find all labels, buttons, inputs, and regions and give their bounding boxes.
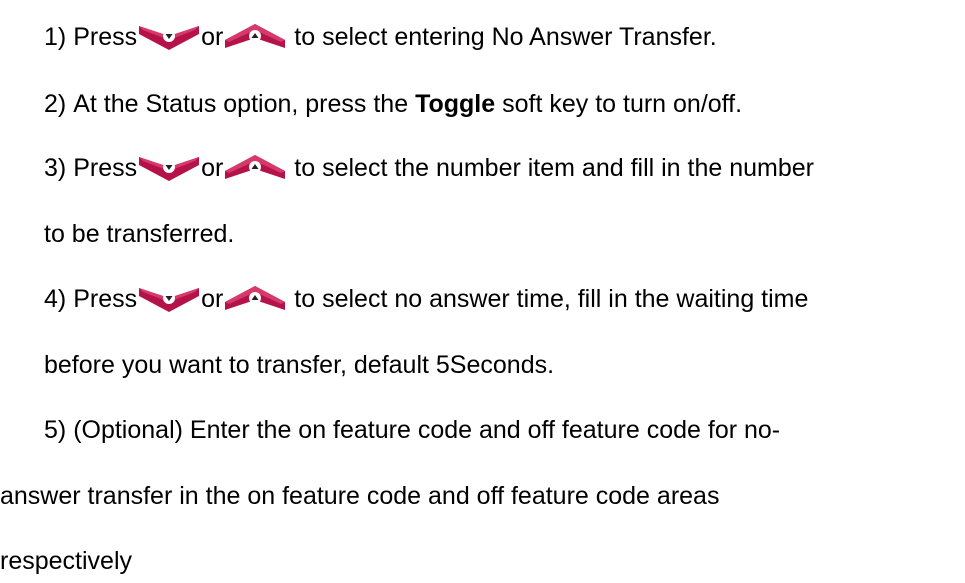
down-arrow-key-icon [137, 284, 201, 314]
step-text: to select the number item and fill in th… [294, 154, 814, 182]
up-arrow-key-icon [223, 22, 287, 52]
up-arrow-key-icon [223, 153, 287, 183]
step-text: Press [73, 285, 138, 313]
step-text: answer transfer in the on feature code a… [0, 482, 720, 510]
step-3: 3) Press or to select the number item an… [44, 153, 814, 183]
step-text: to select entering No Answer Transfer. [294, 23, 717, 51]
step-5: 5) (Optional) Enter the on feature code … [44, 415, 780, 445]
toggle-soft-key-label: Toggle [415, 90, 496, 118]
step-2: 2) At the Status option, press the Toggl… [44, 89, 742, 119]
step-text: before you want to transfer, default 5Se… [44, 351, 555, 379]
step-number: 1) [44, 23, 67, 51]
step-number: 3) [44, 154, 67, 182]
step-3-continuation: to be transferred. [44, 219, 234, 249]
step-text: Press [73, 154, 138, 182]
step-text: Press [73, 23, 138, 51]
step-5-continuation: answer transfer in the on feature code a… [0, 481, 719, 511]
step-4: 4) Press or to select no answer time, fi… [44, 284, 808, 314]
step-4-continuation: before you want to transfer, default 5Se… [44, 350, 554, 380]
step-text: (Optional) Enter the on feature code and… [73, 416, 781, 444]
step-text: At the Status option, press the [73, 90, 409, 118]
down-arrow-key-icon [137, 153, 201, 183]
or-text: or [201, 285, 224, 313]
step-text: to select no answer time, fill in the wa… [294, 285, 809, 313]
step-number: 5) [44, 416, 67, 444]
or-text: or [201, 23, 224, 51]
down-arrow-key-icon [137, 22, 201, 52]
step-number: 4) [44, 285, 67, 313]
or-text: or [201, 154, 224, 182]
step-text: to be transferred. [44, 220, 235, 248]
up-arrow-key-icon [223, 284, 287, 314]
step-text: respectively [0, 547, 132, 575]
step-1: 1) Press or to select entering No Answer… [44, 22, 717, 52]
step-text: soft key to turn on/off. [502, 90, 743, 118]
step-5-continuation-2: respectively [0, 546, 132, 576]
step-number: 2) [44, 90, 67, 118]
